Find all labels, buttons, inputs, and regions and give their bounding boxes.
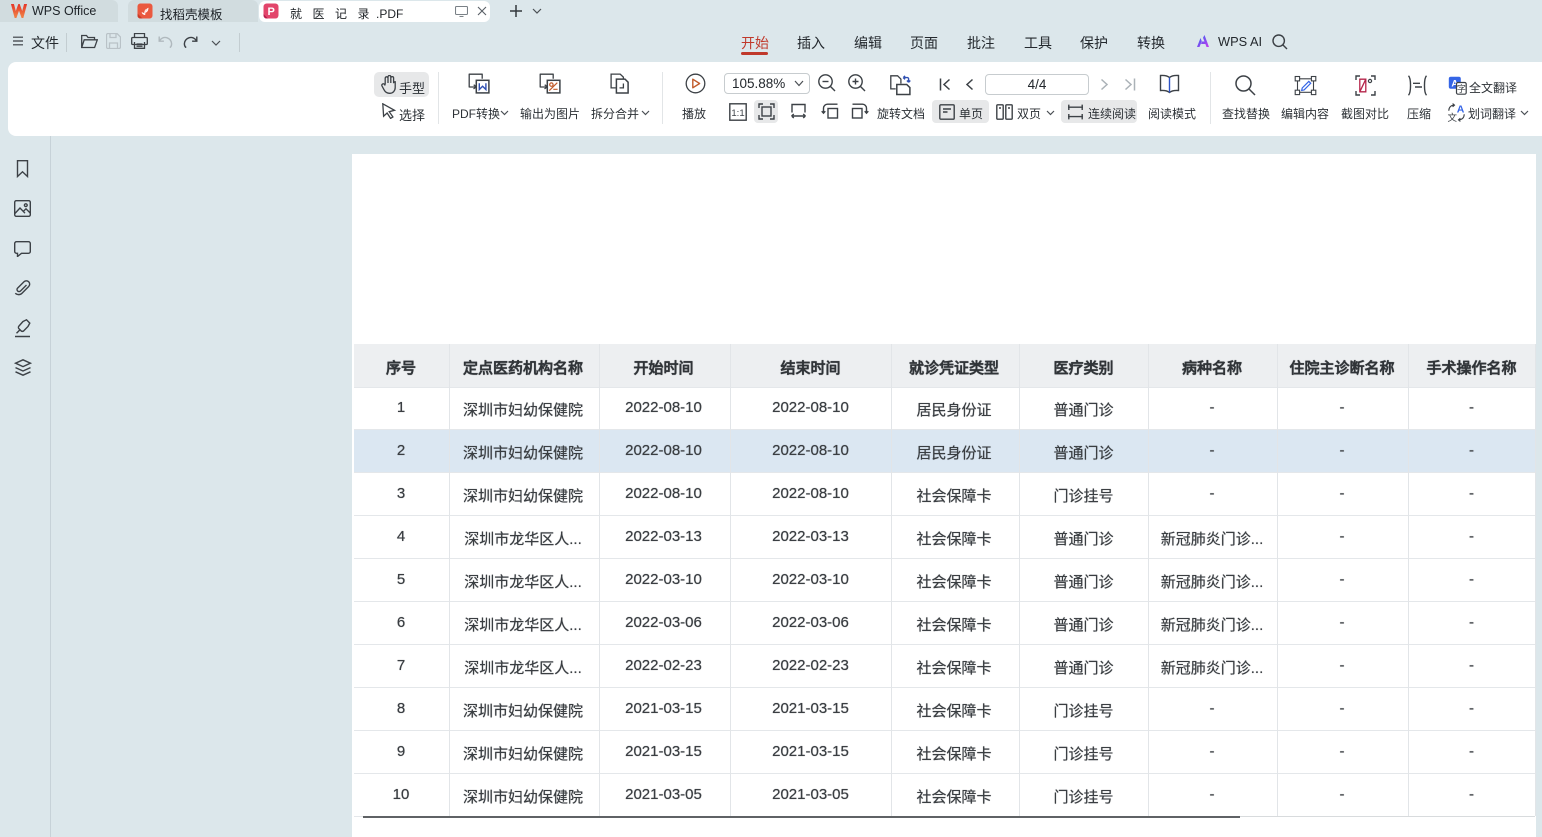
svg-text:P: P — [268, 6, 275, 18]
svg-text:A: A — [1457, 103, 1465, 115]
svg-text:文: 文 — [1447, 112, 1457, 122]
svg-text:字: 字 — [1457, 83, 1466, 94]
svg-text:1:1: 1:1 — [731, 108, 744, 119]
